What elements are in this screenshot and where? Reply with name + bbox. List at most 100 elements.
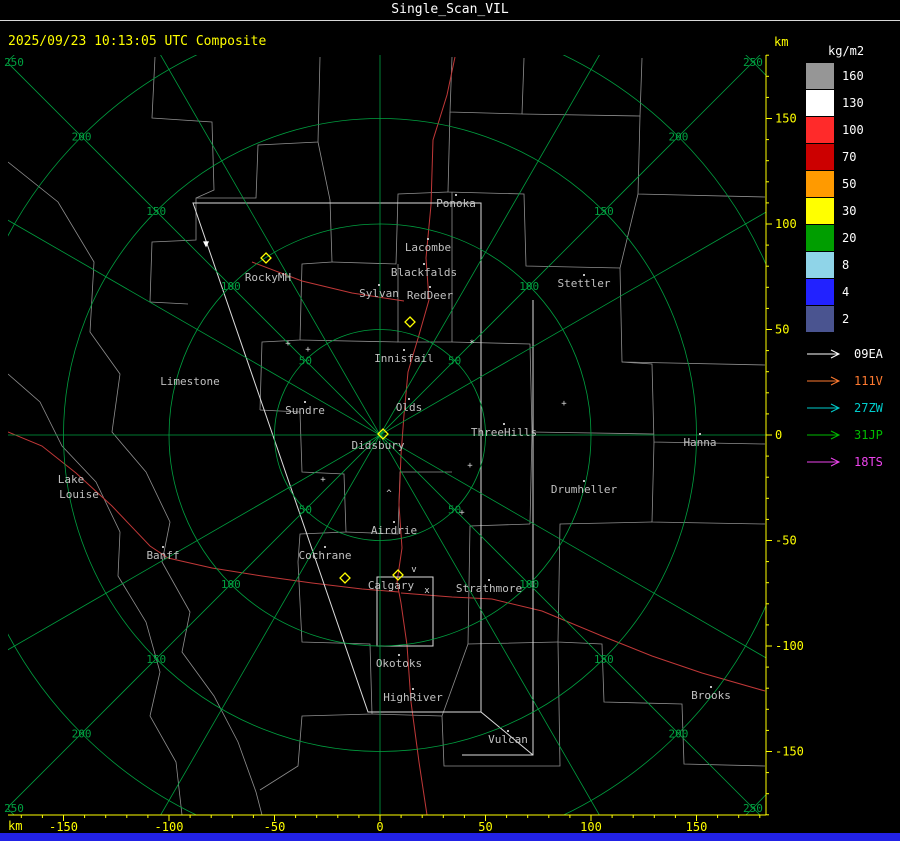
range-label: 250 xyxy=(4,56,24,69)
radar-map[interactable]: 50 5050 50100 100100 100150 150150 150200 20020… xyxy=(0,0,900,841)
city-label: Ponoka xyxy=(436,197,476,210)
colorbar-value: 130 xyxy=(842,95,864,110)
device-legend-entry: 31JP xyxy=(806,421,900,448)
range-label: 200 xyxy=(668,727,688,740)
device-legend-entry: 27ZW xyxy=(806,394,900,421)
city-dot xyxy=(162,546,164,548)
city-label: Strathmore xyxy=(456,582,522,595)
window-title: Single_Scan_VIL xyxy=(0,0,900,21)
azimuth-line xyxy=(8,55,761,808)
city-label: Didsbury xyxy=(352,439,405,452)
range-label: 50 xyxy=(299,504,312,517)
city-dot xyxy=(393,521,395,523)
device-id: 111V xyxy=(854,373,883,388)
colorbar-entry: 30 xyxy=(806,197,900,224)
city-label: Blackfalds xyxy=(391,266,457,279)
city-label: Drumheller xyxy=(551,483,618,496)
device-legend-entry: 18TS xyxy=(806,448,900,475)
city-dot xyxy=(398,654,400,656)
city-label: Lacombe xyxy=(405,241,451,254)
city-label: Vulcan xyxy=(488,733,528,746)
city-dot xyxy=(583,480,585,482)
colorbar-value: 100 xyxy=(842,122,864,137)
city-dot xyxy=(324,546,326,548)
city-dot xyxy=(699,433,701,435)
point-marker: + xyxy=(467,461,473,471)
colorbar-entry: 100 xyxy=(806,116,900,143)
city-label: Banff xyxy=(146,549,179,562)
city-dot xyxy=(488,579,490,581)
range-label: 150 xyxy=(594,205,614,218)
city-label: Hanna xyxy=(683,436,716,449)
colorbar-swatch xyxy=(806,278,834,305)
county-boundaries-path xyxy=(637,115,766,198)
x-tick-label: -150 xyxy=(49,820,78,834)
x-tick-label: 50 xyxy=(478,820,492,834)
y-tick-label: 0 xyxy=(775,428,782,442)
county-boundaries-path xyxy=(441,643,469,717)
range-label: 150 xyxy=(146,205,166,218)
bottom-axis-unit: km xyxy=(8,819,23,833)
device-arrow-icon xyxy=(807,403,841,412)
y-tick-label: 150 xyxy=(775,112,797,126)
device-arrow-icon xyxy=(807,457,841,466)
colorbar-value: 70 xyxy=(842,149,857,164)
colorbar-value: 4 xyxy=(842,284,850,299)
city-dot xyxy=(403,349,405,351)
colorbar-entry: 2 xyxy=(806,305,900,332)
x-tick-label: -50 xyxy=(264,820,286,834)
device-legend-entry: 09EA xyxy=(806,340,900,367)
device-arrow-icon xyxy=(807,376,841,385)
city-label: RockyMH xyxy=(245,271,291,284)
county-boundaries-path xyxy=(149,56,215,305)
colorbar-entry: 50 xyxy=(806,170,900,197)
range-label: 250 xyxy=(4,802,24,815)
colorbar-swatch xyxy=(806,251,834,278)
city-label: Olds xyxy=(396,401,423,414)
colorbar-swatch xyxy=(806,89,834,116)
point-marker: + xyxy=(459,508,465,518)
colorbar-entry: 70 xyxy=(806,143,900,170)
device-arrow-icon xyxy=(807,430,841,439)
colorbar-swatch xyxy=(806,143,834,170)
city-label: Sundre xyxy=(285,404,325,417)
city-dot xyxy=(378,284,380,286)
radar-site-marker xyxy=(339,572,351,584)
device-id: 27ZW xyxy=(854,400,883,415)
colorbar-entry: 160 xyxy=(806,62,900,89)
device-legend: 09EA 111V 27ZW 31JP 18TS xyxy=(806,340,900,475)
city-dot xyxy=(507,730,509,732)
range-label: 200 xyxy=(668,131,688,144)
x-tick-label: 0 xyxy=(376,820,383,834)
point-marker: + xyxy=(561,399,567,409)
colorbar-entry: 20 xyxy=(806,224,900,251)
right-axis-unit: km xyxy=(774,35,789,49)
range-label: 100 xyxy=(221,280,241,293)
y-tick-label: -150 xyxy=(775,745,804,759)
county-boundaries-path xyxy=(8,373,183,815)
scan-coverage-outline xyxy=(192,202,534,756)
city-label: ThreeHills xyxy=(471,426,537,439)
colorbar-entry: 130 xyxy=(806,89,900,116)
colorbar-entry: 4 xyxy=(806,278,900,305)
azimuth-line xyxy=(8,62,761,815)
point-marker: + xyxy=(285,339,291,349)
city-dot xyxy=(408,398,410,400)
y-tick-label: 50 xyxy=(775,323,789,337)
city-dot xyxy=(583,274,585,276)
city-dot xyxy=(455,194,457,196)
point-marker: * xyxy=(469,339,474,349)
county-boundaries-path xyxy=(196,56,321,199)
range-label: 250 xyxy=(743,802,763,815)
radar-site-marker xyxy=(260,252,272,264)
highways-path xyxy=(400,592,766,692)
range-label: 150 xyxy=(146,653,166,666)
range-label: 50 xyxy=(299,354,312,367)
range-label: 200 xyxy=(72,131,92,144)
city-label: Innisfail xyxy=(374,352,434,365)
range-label: 200 xyxy=(72,727,92,740)
colorbar-value: 20 xyxy=(842,230,857,245)
colorbar-value: 30 xyxy=(842,203,857,218)
city-label: HighRiver xyxy=(383,691,443,704)
range-label: 250 xyxy=(743,56,763,69)
